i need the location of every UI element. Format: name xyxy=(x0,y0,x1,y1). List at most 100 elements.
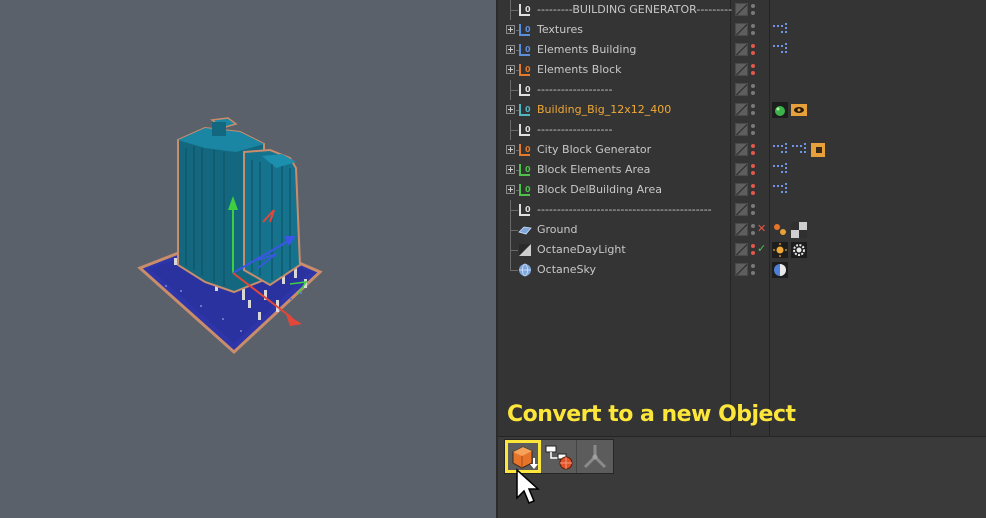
visibility-dots[interactable] xyxy=(751,43,755,57)
editor-visibility-dot[interactable] xyxy=(751,164,755,168)
render-visibility-dot[interactable] xyxy=(751,231,755,235)
object-row[interactable]: 0 Elements Block xyxy=(498,60,986,80)
object-name[interactable]: ------------------- xyxy=(537,83,612,96)
layer-toggle-icon[interactable] xyxy=(735,223,748,236)
editor-visibility-dot[interactable] xyxy=(751,124,755,128)
editor-visibility-dot[interactable] xyxy=(751,44,755,48)
object-row[interactable]: OctaneDayLight ✓ xyxy=(498,240,986,260)
object-name[interactable]: Block Elements Area xyxy=(537,163,650,176)
editor-visibility-dot[interactable] xyxy=(751,84,755,88)
editor-visibility-dot[interactable] xyxy=(751,264,755,268)
light-tag-icon[interactable] xyxy=(791,242,807,258)
object-name[interactable]: Ground xyxy=(537,223,577,236)
sun-tag-icon[interactable] xyxy=(772,242,788,258)
disabled-cross-icon[interactable]: ✕ xyxy=(757,222,766,235)
render-visibility-dot[interactable] xyxy=(751,51,755,55)
editor-visibility-dot[interactable] xyxy=(751,244,755,248)
object-row[interactable]: OctaneSky xyxy=(498,260,986,280)
visibility-dots[interactable] xyxy=(751,123,755,137)
layer-toggle-icon[interactable] xyxy=(735,183,748,196)
object-name[interactable]: OctaneSky xyxy=(537,263,596,276)
editor-visibility-dot[interactable] xyxy=(751,24,755,28)
xpresso-icon[interactable] xyxy=(772,142,788,158)
object-row[interactable]: 0 Block Elements Area xyxy=(498,160,986,180)
render-visibility-dot[interactable] xyxy=(751,211,755,215)
layer-toggle-icon[interactable] xyxy=(735,203,748,216)
render-visibility-dot[interactable] xyxy=(751,131,755,135)
visibility-dots[interactable] xyxy=(751,83,755,97)
layer-toggle-icon[interactable] xyxy=(735,243,748,256)
visibility-dots[interactable] xyxy=(751,243,755,257)
layer-toggle-icon[interactable] xyxy=(735,43,748,56)
editor-visibility-dot[interactable] xyxy=(751,204,755,208)
visibility-dots[interactable] xyxy=(751,223,755,237)
building-cluster[interactable] xyxy=(177,117,302,294)
orange-tag-icon[interactable] xyxy=(810,142,826,158)
render-visibility-dot[interactable] xyxy=(751,11,755,15)
object-row[interactable]: 0 Building_Big_12x12_400 xyxy=(498,100,986,120)
xpresso-icon[interactable] xyxy=(791,142,807,158)
environment-tag-icon[interactable] xyxy=(772,262,788,278)
visibility-dots[interactable] xyxy=(751,23,755,37)
xpresso-icon[interactable] xyxy=(772,42,788,58)
object-name[interactable]: OctaneDayLight xyxy=(537,243,626,256)
xpresso-icon[interactable] xyxy=(772,182,788,198)
editor-visibility-dot[interactable] xyxy=(751,64,755,68)
layer-toggle-icon[interactable] xyxy=(735,123,748,136)
object-row[interactable]: 0 Elements Building xyxy=(498,40,986,60)
object-row[interactable]: 0 Textures xyxy=(498,20,986,40)
object-name[interactable]: City Block Generator xyxy=(537,143,651,156)
object-name[interactable]: ---------BUILDING GENERATOR--------- xyxy=(537,3,732,16)
object-name[interactable]: Textures xyxy=(537,23,583,36)
layer-toggle-icon[interactable] xyxy=(735,103,748,116)
render-visibility-dot[interactable] xyxy=(751,111,755,115)
editor-visibility-dot[interactable] xyxy=(751,4,755,8)
visibility-dots[interactable] xyxy=(751,103,755,117)
object-name[interactable]: ----------------------------------------… xyxy=(537,203,712,216)
layer-toggle-icon[interactable] xyxy=(735,263,748,276)
visibility-dots[interactable] xyxy=(751,203,755,217)
editor-visibility-dot[interactable] xyxy=(751,224,755,228)
object-row[interactable]: 0 ---------BUILDING GENERATOR--------- xyxy=(498,0,986,20)
display-tag-icon[interactable] xyxy=(791,102,807,118)
visibility-dots[interactable] xyxy=(751,143,755,157)
texture-tag-icon[interactable] xyxy=(772,222,788,238)
visibility-dots[interactable] xyxy=(751,3,755,17)
layer-toggle-icon[interactable] xyxy=(735,23,748,36)
enabled-check-icon[interactable]: ✓ xyxy=(757,242,766,255)
visibility-dots[interactable] xyxy=(751,263,755,277)
layer-toggle-icon[interactable] xyxy=(735,83,748,96)
render-visibility-dot[interactable] xyxy=(751,191,755,195)
bone-tool-button[interactable] xyxy=(577,440,613,473)
render-visibility-dot[interactable] xyxy=(751,251,755,255)
render-visibility-dot[interactable] xyxy=(751,31,755,35)
render-visibility-dot[interactable] xyxy=(751,151,755,155)
object-row[interactable]: Ground ✕ xyxy=(498,220,986,240)
object-row[interactable]: 0 ---------------------------------------… xyxy=(498,200,986,220)
object-row[interactable]: 0 Block DelBuilding Area xyxy=(498,180,986,200)
xpresso-icon[interactable] xyxy=(772,22,788,38)
checker-tag-icon[interactable] xyxy=(791,222,807,238)
visibility-dots[interactable] xyxy=(751,163,755,177)
object-name[interactable]: Elements Building xyxy=(537,43,636,56)
editor-visibility-dot[interactable] xyxy=(751,104,755,108)
visibility-dots[interactable] xyxy=(751,63,755,77)
object-row[interactable]: 0 ------------------- xyxy=(498,120,986,140)
object-name[interactable]: Block DelBuilding Area xyxy=(537,183,662,196)
editor-visibility-dot[interactable] xyxy=(751,144,755,148)
editor-visibility-dot[interactable] xyxy=(751,184,755,188)
render-visibility-dot[interactable] xyxy=(751,171,755,175)
render-visibility-dot[interactable] xyxy=(751,271,755,275)
xpresso-icon[interactable] xyxy=(772,162,788,178)
layer-toggle-icon[interactable] xyxy=(735,3,748,16)
object-name[interactable]: ------------------- xyxy=(537,123,612,136)
viewport-3d[interactable] xyxy=(0,0,496,518)
layer-toggle-icon[interactable] xyxy=(735,63,748,76)
phong-icon[interactable] xyxy=(772,102,788,118)
connect-objects-button[interactable] xyxy=(541,440,577,473)
visibility-dots[interactable] xyxy=(751,183,755,197)
layer-toggle-icon[interactable] xyxy=(735,143,748,156)
render-visibility-dot[interactable] xyxy=(751,91,755,95)
object-row[interactable]: 0 ------------------- xyxy=(498,80,986,100)
object-row[interactable]: 0 City Block Generator xyxy=(498,140,986,160)
